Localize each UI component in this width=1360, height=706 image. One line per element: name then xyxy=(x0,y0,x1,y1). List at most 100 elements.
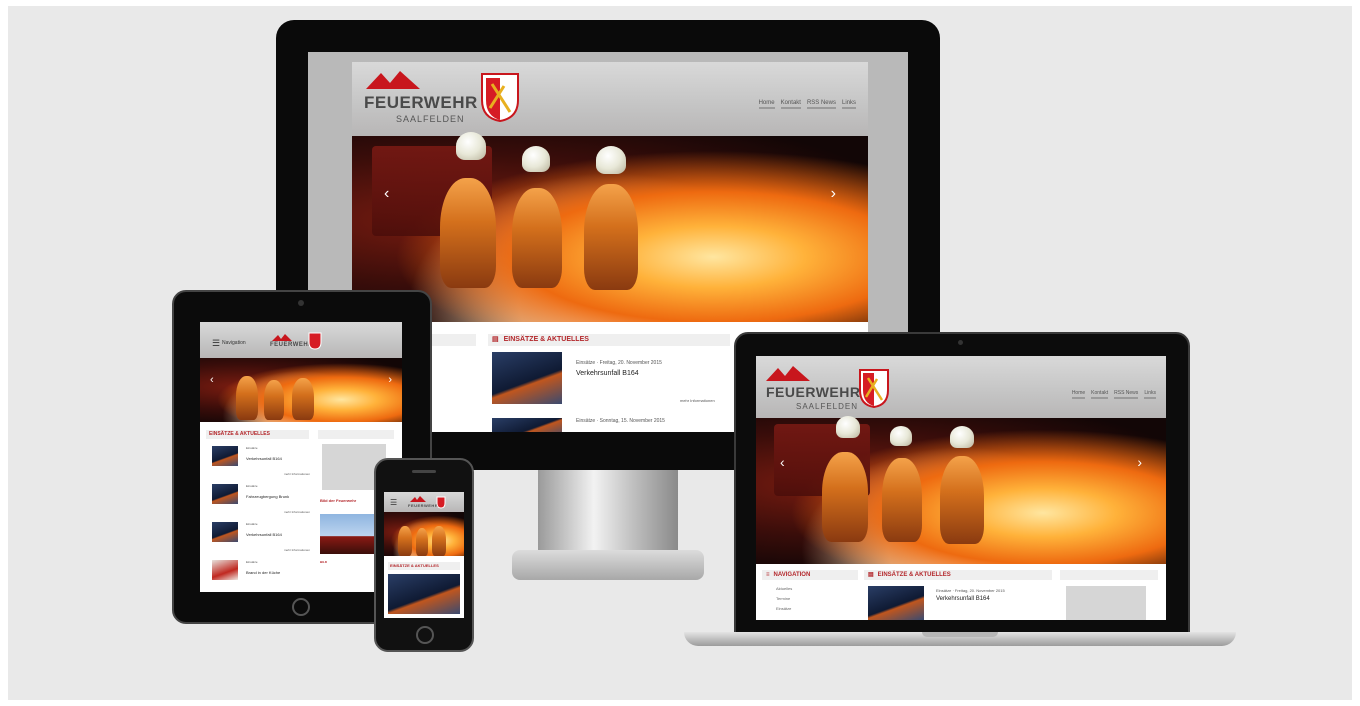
laptop-nav: Home Kontakt RSS News Links xyxy=(1066,390,1156,399)
tablet-hero: ‹ › xyxy=(200,358,402,422)
laptop-site: FEUERWEHR SAALFELDEN Home Kontakt RSS Ne… xyxy=(756,356,1166,620)
tablet-news-title-4[interactable]: Brand in der Küche xyxy=(246,570,280,575)
laptop-hero: ‹ › xyxy=(756,416,1166,564)
tablet-home-button[interactable] xyxy=(292,598,310,616)
laptop-next-icon[interactable]: › xyxy=(1137,454,1142,470)
monitor-stand-base xyxy=(512,550,704,580)
tablet-sidebar-feature[interactable]: Bild der Feuerwehr xyxy=(320,498,356,503)
tablet-news-more-1[interactable]: mehr Informationen xyxy=(284,472,310,476)
nav-rss[interactable]: RSS News xyxy=(806,100,836,109)
tablet-menu-label[interactable]: Navigation xyxy=(222,340,246,346)
laptop-nav-item-2[interactable]: Termine xyxy=(776,596,790,601)
tablet-news-meta-1: Einsätze xyxy=(246,446,258,450)
monitor-stand-neck xyxy=(538,470,678,550)
phone-menu-icon[interactable]: ☰ xyxy=(390,498,397,507)
nav-kontakt[interactable]: Kontakt xyxy=(780,100,801,109)
brand-subtitle: SAALFELDEN xyxy=(396,114,465,124)
phone-home-button[interactable] xyxy=(416,626,434,644)
tablet-brand: FEUERWEHR xyxy=(270,342,314,348)
phone-header: ☰ FEUERWEHR xyxy=(384,492,464,512)
tablet-news-img-2[interactable] xyxy=(212,484,238,504)
tablet-news-meta-2: Einsätze xyxy=(246,484,258,488)
slider-prev-icon[interactable]: ‹ xyxy=(384,186,389,202)
tablet-prev-icon[interactable]: ‹ xyxy=(210,372,214,388)
firefighter-3 xyxy=(584,184,638,290)
coat-of-arms-icon xyxy=(481,73,519,122)
laptop-news-title-1[interactable]: Verkehrsunfall B164 xyxy=(936,596,990,602)
laptop-helmet-1 xyxy=(836,416,860,438)
phone-coat-of-arms-icon xyxy=(436,496,446,509)
laptop-nav-links[interactable]: Links xyxy=(1144,390,1156,399)
laptop-news-meta-1: Einsätze · Freitag, 20. November 2015 xyxy=(936,588,1005,593)
tablet-site: ☰ Navigation FEUERWEHR ‹ › EINSÄTZE & AK… xyxy=(200,322,402,592)
tablet-news-more-3[interactable]: mehr Informationen xyxy=(284,548,310,552)
news-heading: ▤ EINSÄTZE & AKTUELLES xyxy=(488,334,730,346)
laptop-coat-of-arms-icon xyxy=(859,369,889,408)
tablet-header: ☰ Navigation FEUERWEHR xyxy=(200,322,402,358)
laptop-navigation-heading: ≡ NAVIGATION xyxy=(762,570,858,580)
nav-home[interactable]: Home xyxy=(758,100,775,109)
showcase-background: FEUERWEHR SAALFELDEN Home Kontakt RSS Ne… xyxy=(8,6,1352,700)
phone-ff-3 xyxy=(432,526,446,556)
laptop-nav-item-3[interactable]: Einsätze xyxy=(776,606,791,611)
laptop-logo-mountain-icon xyxy=(766,366,810,381)
laptop-nav-rss[interactable]: RSS News xyxy=(1114,390,1139,399)
helmet-3 xyxy=(596,146,626,174)
laptop-side-image xyxy=(1066,586,1146,620)
laptop-content: ≡ NAVIGATION Aktuelles Termine Einsätze ▤… xyxy=(756,564,1166,620)
tablet-logo-mountain-icon xyxy=(272,334,292,341)
laptop-news-img-1[interactable] xyxy=(868,586,924,620)
laptop-ff-2 xyxy=(882,458,922,542)
phone-speaker xyxy=(412,470,436,473)
news-title-1[interactable]: Verkehrsunfall B164 xyxy=(576,370,639,377)
laptop-nav-home[interactable]: Home xyxy=(1071,390,1086,399)
news-image-1[interactable] xyxy=(492,352,562,404)
tablet-coat-of-arms-icon xyxy=(308,332,322,350)
tablet-news-img-1[interactable] xyxy=(212,446,238,466)
phone-news-img-1[interactable] xyxy=(388,574,460,614)
brand-name: FEUERWEHR xyxy=(364,93,478,112)
tablet-news-title-1[interactable]: Verkehrsunfall B164 xyxy=(246,456,282,461)
logo-mountain-icon xyxy=(366,71,420,89)
tablet-camera-icon xyxy=(298,300,304,306)
phone-logo-mountain-icon xyxy=(410,496,426,502)
laptop-news-heading-icon: ▤ xyxy=(868,572,874,578)
news-more-1[interactable]: mehr Informationen xyxy=(680,398,715,403)
tablet-news-more-2[interactable]: mehr Informationen xyxy=(284,510,310,514)
phone-ff-1 xyxy=(398,526,412,556)
helmet-1 xyxy=(456,132,486,160)
news-meta-2: Einsätze · Sonntag, 15. November 2015 xyxy=(576,418,665,424)
tablet-menu-icon[interactable]: ☰ xyxy=(212,338,220,349)
tablet-news-title-2[interactable]: Fahrzeugbergung Brunk xyxy=(246,494,289,499)
laptop-camera-icon xyxy=(958,340,963,345)
site-header: FEUERWEHR SAALFELDEN Home Kontakt RSS Ne… xyxy=(352,62,868,136)
tablet-ff-3 xyxy=(292,378,314,420)
laptop-nav-heading-icon: ≡ xyxy=(766,572,770,578)
laptop-ff-1 xyxy=(822,452,868,542)
tablet-side-heading xyxy=(318,430,394,439)
news-image-2[interactable] xyxy=(492,418,562,432)
laptop-device: FEUERWEHR SAALFELDEN Home Kontakt RSS Ne… xyxy=(734,332,1190,636)
tablet-news-img-4[interactable] xyxy=(212,560,238,580)
smartphone-device: ☰ FEUERWEHR EINSÄTZE & AKTUELLES xyxy=(374,458,474,652)
laptop-side-heading xyxy=(1060,570,1158,580)
news-meta-1: Einsätze · Freitag, 20. November 2015 xyxy=(576,360,662,366)
laptop-helmet-2 xyxy=(890,426,912,446)
phone-ff-2 xyxy=(416,528,428,556)
tablet-news-title-3[interactable]: Verkehrsunfall B164 xyxy=(246,532,282,537)
news-heading-icon: ▤ xyxy=(492,336,499,343)
phone-site: ☰ FEUERWEHR EINSÄTZE & AKTUELLES xyxy=(384,492,464,618)
tablet-next-icon[interactable]: › xyxy=(388,372,392,388)
tablet-news-img-3[interactable] xyxy=(212,522,238,542)
nav-links[interactable]: Links xyxy=(841,100,856,109)
laptop-nav-item-1[interactable]: Aktuelles xyxy=(776,586,792,591)
laptop-nav-kontakt[interactable]: Kontakt xyxy=(1091,390,1109,399)
phone-news-heading: EINSÄTZE & AKTUELLES xyxy=(388,562,460,570)
slider-next-icon[interactable]: › xyxy=(831,186,836,202)
helmet-2 xyxy=(522,146,550,172)
laptop-prev-icon[interactable]: ‹ xyxy=(780,454,785,470)
tablet-news-meta-4: Einsätze xyxy=(246,560,258,564)
laptop-news-heading: ▤ EINSÄTZE & AKTUELLES xyxy=(864,570,1052,580)
tablet-news-meta-3: Einsätze xyxy=(246,522,258,526)
main-nav: Home Kontakt RSS News Links xyxy=(753,100,856,109)
